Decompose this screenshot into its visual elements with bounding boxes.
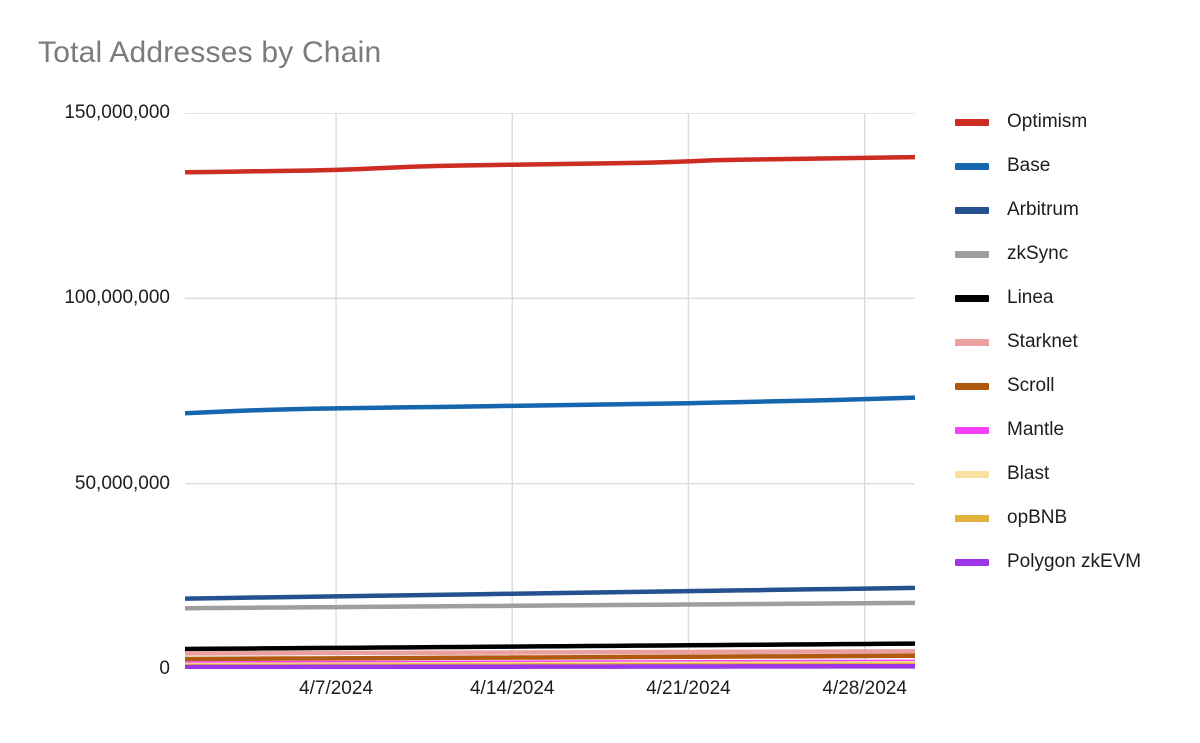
legend-item-optimism[interactable]: Optimism xyxy=(955,100,1195,144)
chart-container: Total Addresses by Chain 0 50,000,000 100,… xyxy=(0,0,1200,743)
legend-item-linea[interactable]: Linea xyxy=(955,276,1195,320)
legend-item-scroll[interactable]: Scroll xyxy=(955,364,1195,408)
legend-item-zksync[interactable]: zkSync xyxy=(955,232,1195,276)
x-axis-tick-label: 4/21/2024 xyxy=(646,678,731,699)
legend-swatch-polygon-zkevm xyxy=(955,558,989,566)
legend-swatch-blast xyxy=(955,470,989,478)
legend-label-base: Base xyxy=(1007,155,1051,176)
legend-label-polygon-zkevm: Polygon zkEVM xyxy=(1007,551,1142,572)
legend-item-blast[interactable]: Blast xyxy=(955,452,1195,496)
legend-item-starknet[interactable]: Starknet xyxy=(955,320,1195,364)
legend-swatch-starknet xyxy=(955,338,989,346)
legend-swatch-optimism xyxy=(955,118,989,126)
legend-swatch-base xyxy=(955,162,989,170)
legend-item-opbnb[interactable]: opBNB xyxy=(955,496,1195,540)
legend-item-base[interactable]: Base xyxy=(955,144,1195,188)
legend-label-optimism: Optimism xyxy=(1007,111,1088,132)
legend-label-blast: Blast xyxy=(1007,463,1050,484)
legend-label-opbnb: opBNB xyxy=(1007,507,1068,528)
legend-item-arbitrum[interactable]: Arbitrum xyxy=(955,188,1195,232)
legend-label-arbitrum: Arbitrum xyxy=(1007,199,1079,220)
legend-swatch-scroll xyxy=(955,382,989,390)
legend-label-zksync: zkSync xyxy=(1007,243,1069,264)
x-axis-tick-label: 4/14/2024 xyxy=(469,678,555,699)
legend-item-polygon-zkevm[interactable]: Polygon zkEVM xyxy=(955,540,1195,584)
legend-swatch-zksync xyxy=(955,250,989,258)
chart-legend: Optimism Base Arbitrum zkSync Linea Starknet S… xyxy=(955,100,1195,584)
legend-swatch-linea xyxy=(955,294,989,302)
legend-swatch-opbnb xyxy=(955,514,989,522)
x-axis-tick-label: 4/7/2024 xyxy=(299,678,374,699)
x-axis-tick-label: 4/28/2024 xyxy=(822,678,907,699)
legend-label-scroll: Scroll xyxy=(1007,375,1055,396)
legend-label-starknet: Starknet xyxy=(1007,331,1078,352)
legend-label-linea: Linea xyxy=(1007,287,1054,308)
legend-item-mantle[interactable]: Mantle xyxy=(955,408,1195,452)
legend-swatch-arbitrum xyxy=(955,206,989,214)
legend-label-mantle: Mantle xyxy=(1007,419,1065,440)
legend-swatch-mantle xyxy=(955,426,989,434)
